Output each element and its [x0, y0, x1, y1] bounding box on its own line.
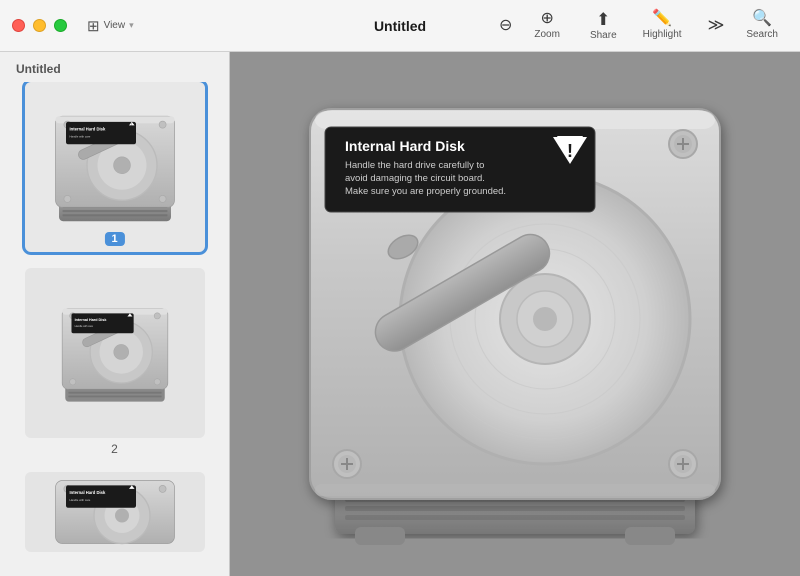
svg-text:Handle with care: Handle with care [69, 498, 90, 502]
svg-text:!: ! [567, 141, 573, 161]
toolbar-right: ⊖ ⊕ Zoom ⬆ Share ✏️ Highlight ≫ 🔍 Search [489, 7, 788, 45]
search-button[interactable]: 🔍 Search [736, 7, 788, 44]
page-2-number: 2 [111, 442, 118, 456]
traffic-lights [12, 19, 67, 32]
share-label: Share [590, 30, 617, 41]
sidebar-thumbnail-1: Internal Hard Disk Handle with care ! 1 [25, 82, 205, 252]
sidebar-page-1[interactable]: Internal Hard Disk Handle with care ! 1 [12, 82, 217, 252]
more-button[interactable]: ≫ [698, 14, 735, 38]
svg-text:!: ! [130, 122, 131, 126]
sidebar: Untitled [0, 52, 230, 576]
svg-text:Make sure you are properly gro: Make sure you are properly grounded. [345, 186, 506, 197]
svg-text:avoid damaging the circuit boa: avoid damaging the circuit board. [345, 173, 485, 184]
sidebar-page-3[interactable]: Internal Hard Disk Handle with care [12, 472, 217, 552]
window-title: Untitled [374, 18, 426, 34]
sidebar-scroll[interactable]: Internal Hard Disk Handle with care ! 1 [0, 82, 229, 576]
svg-text:Internal Hard Disk: Internal Hard Disk [69, 126, 106, 131]
close-button[interactable] [12, 19, 25, 32]
view-icon: ⊞ [87, 17, 100, 35]
more-icon: ≫ [708, 18, 725, 34]
highlight-icon: ✏️ [652, 11, 672, 27]
highlight-button[interactable]: ✏️ Highlight [633, 7, 692, 44]
main-hard-disk-svg: Internal Hard Disk Handle the hard drive… [255, 69, 775, 559]
sidebar-thumbnail-2: Internal Hard Disk Handle with care [25, 268, 205, 438]
view-button[interactable]: ⊞ View ▾ [87, 17, 134, 35]
fullscreen-button[interactable] [54, 19, 67, 32]
sidebar-title: Untitled [0, 52, 229, 82]
view-label: View [104, 20, 126, 31]
zoom-in-icon: ⊕ [540, 11, 553, 27]
highlight-label: Highlight [643, 29, 682, 40]
zoom-out-button[interactable]: ⊖ [489, 14, 522, 38]
share-icon: ⬆ [596, 11, 610, 28]
search-label: Search [746, 29, 778, 40]
svg-text:Handle with care: Handle with care [74, 325, 93, 328]
zoom-out-icon: ⊖ [499, 18, 512, 34]
view-chevron-icon: ▾ [129, 20, 134, 31]
svg-text:Internal Hard Disk: Internal Hard Disk [345, 138, 465, 154]
zoom-label: Zoom [534, 29, 560, 40]
hd-svg-1: Internal Hard Disk Handle with care ! [45, 102, 185, 232]
minimize-button[interactable] [33, 19, 46, 32]
sidebar-page-2[interactable]: Internal Hard Disk Handle with care 2 [12, 268, 217, 456]
svg-text:Handle with care: Handle with care [69, 134, 90, 138]
page-1-badge: 1 [104, 232, 124, 246]
hd-svg-3: Internal Hard Disk Handle with care [45, 472, 185, 552]
svg-text:Internal Hard Disk: Internal Hard Disk [74, 317, 107, 321]
svg-text:Internal Hard Disk: Internal Hard Disk [69, 490, 106, 495]
zoom-in-button[interactable]: ⊕ Zoom [524, 7, 570, 44]
hd-svg-2: Internal Hard Disk Handle with care [50, 296, 180, 411]
main-content: Internal Hard Disk Handle the hard drive… [230, 52, 800, 576]
svg-text:Handle the hard drive carefull: Handle the hard drive carefully to [345, 160, 484, 171]
sidebar-thumbnail-3: Internal Hard Disk Handle with care [25, 472, 205, 552]
titlebar: ⊞ View ▾ Untitled ⊖ ⊕ Zoom ⬆ Share ✏️ Hi… [0, 0, 800, 52]
search-icon: 🔍 [752, 11, 772, 27]
main-layout: Untitled [0, 52, 800, 576]
share-button[interactable]: ⬆ Share [580, 7, 627, 45]
window-title-area: Untitled [374, 18, 426, 34]
